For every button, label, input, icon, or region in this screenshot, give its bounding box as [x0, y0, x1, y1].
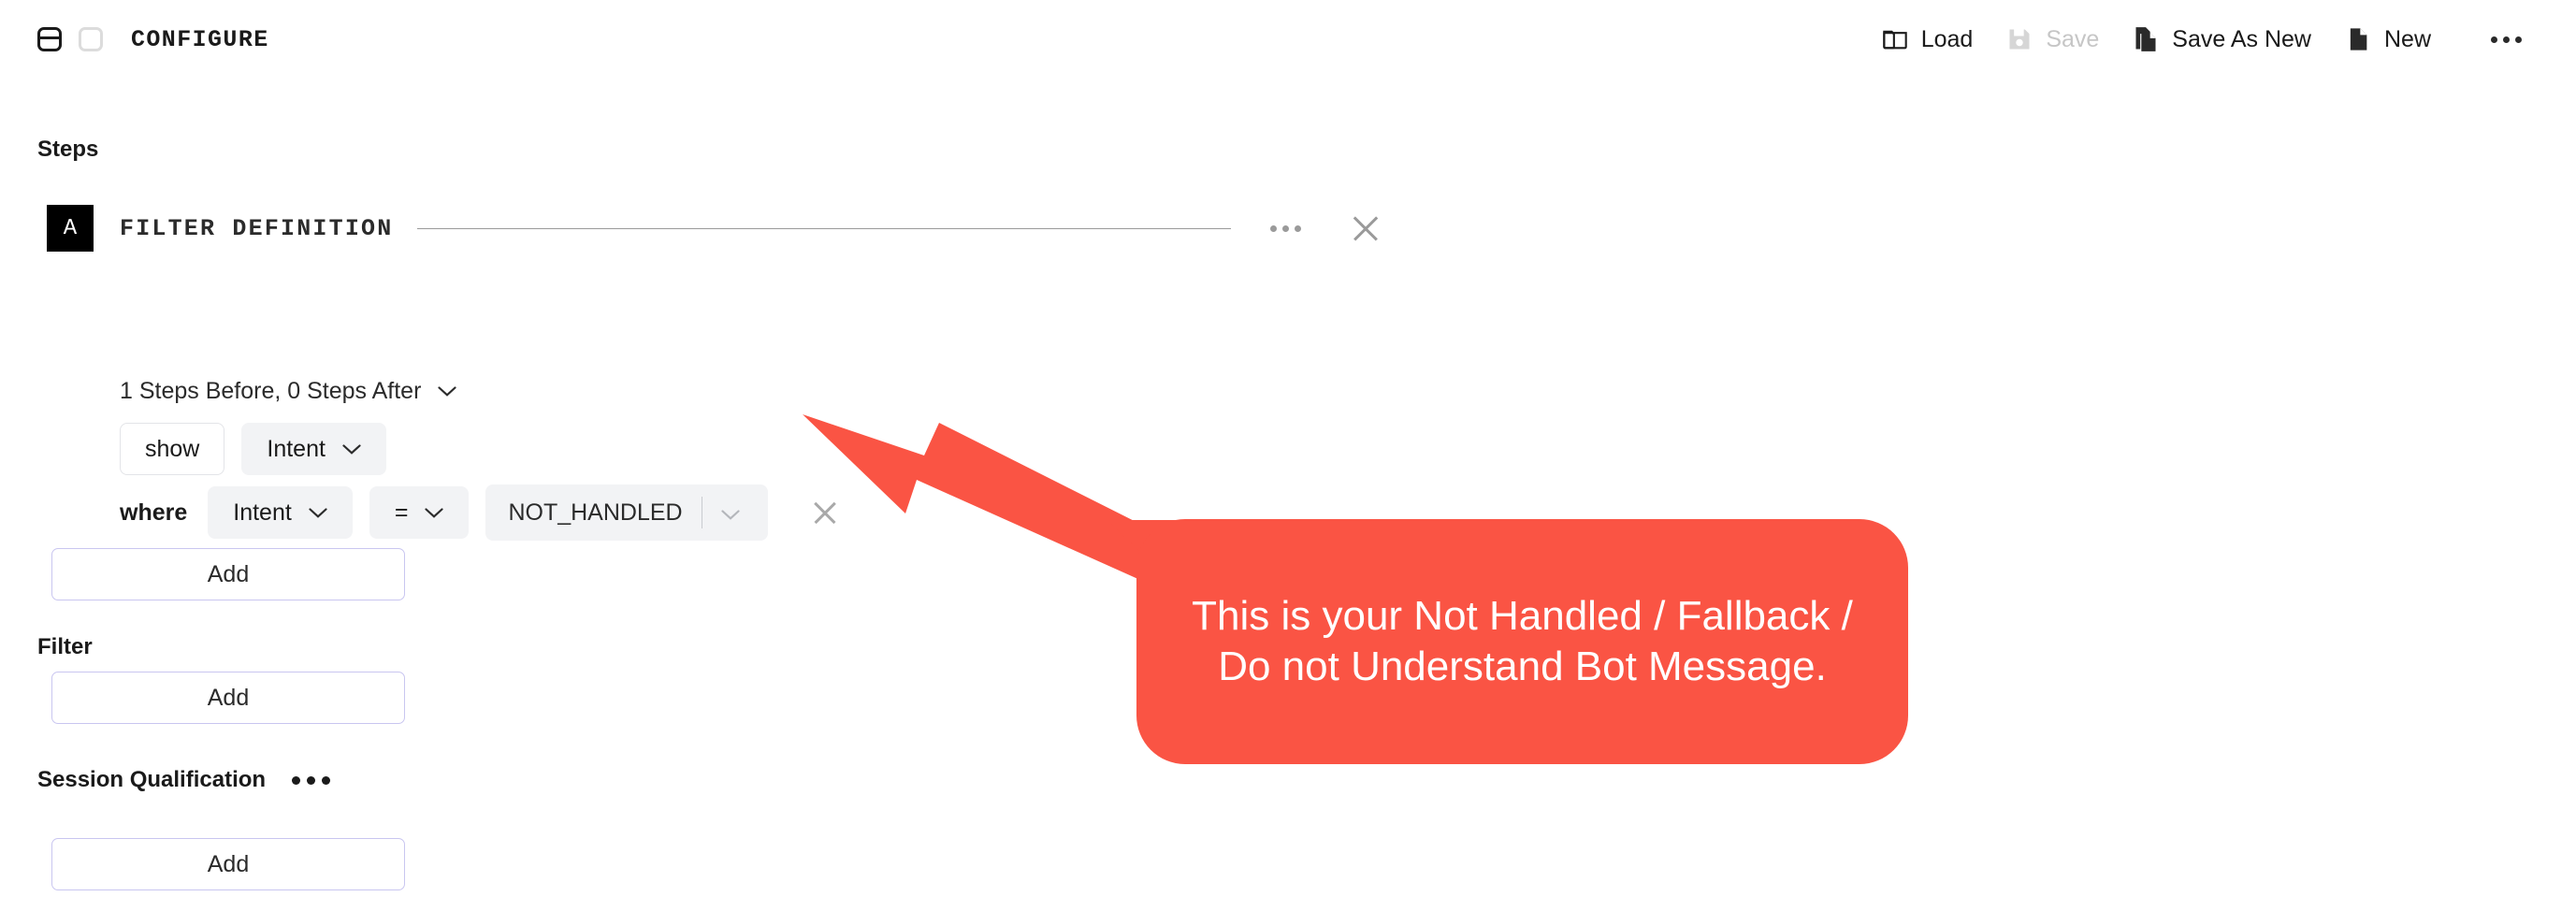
page-title: CONFIGURE	[131, 25, 269, 53]
new-button[interactable]: New	[2328, 16, 2448, 63]
filter-add-button[interactable]: Add	[51, 672, 405, 724]
steps-section-label: Steps	[37, 137, 99, 162]
step-overflow-menu-icon[interactable]	[1270, 224, 1302, 232]
copy-document-icon	[2135, 27, 2156, 51]
where-operator-label: =	[394, 499, 409, 526]
save-button[interactable]: Save	[1990, 16, 2116, 63]
save-as-new-button[interactable]: Save As New	[2116, 16, 2328, 63]
where-value-label: NOT_HANDLED	[508, 499, 683, 526]
load-label: Load	[1920, 25, 1974, 52]
chevron-down-icon	[438, 386, 457, 397]
annotation-overlay: This is your Not Handled / Fallback / Do…	[0, 0, 2576, 911]
new-label: New	[2383, 25, 2431, 52]
callout-tail	[1107, 520, 1216, 599]
chevron-down-icon	[425, 507, 444, 518]
chevron-down-icon	[342, 443, 361, 455]
step-card-filter-definition: A FILTER DEFINITION	[0, 205, 2576, 252]
where-value-select[interactable]: NOT_HANDLED	[485, 484, 768, 541]
document-icon	[2350, 28, 2367, 51]
step-title: FILTER DEFINITION	[120, 214, 394, 242]
arrow-up-left-icon	[803, 414, 1207, 600]
load-button[interactable]: Load	[1865, 16, 1990, 63]
where-clause-remove-icon[interactable]	[811, 499, 839, 527]
toolbar-left-group: CONFIGURE	[0, 26, 269, 53]
annotation-callout-text: This is your Not Handled / Fallback / Do…	[1192, 593, 1853, 689]
steps-add-button[interactable]: Add	[51, 548, 405, 600]
where-field-label: Intent	[233, 499, 292, 526]
session-qualification-overflow-menu-icon[interactable]	[292, 775, 331, 785]
show-label: show	[145, 435, 200, 462]
show-entity-dropdown[interactable]: Intent	[241, 423, 386, 475]
save-label: Save	[2046, 25, 2100, 52]
where-value-chevron-wrap	[720, 499, 760, 527]
folder-icon	[1882, 30, 1907, 50]
where-label: where	[120, 499, 188, 526]
toolbar-right-group: Load Save Save As New New	[1865, 16, 2576, 63]
top-toolbar: CONFIGURE Load Save Save As New New	[0, 0, 2576, 79]
session-qualification-label-text: Session Qualification	[37, 767, 267, 792]
steps-range-dropdown[interactable]: 1 Steps Before, 0 Steps After	[120, 378, 457, 405]
toolbar-overflow-menu-icon[interactable]	[2472, 27, 2540, 52]
show-button[interactable]: show	[120, 423, 225, 475]
session-qualification-add-button[interactable]: Add	[51, 838, 405, 890]
show-row: show Intent	[120, 423, 386, 475]
steps-range-label: 1 Steps Before, 0 Steps After	[120, 378, 422, 404]
step-header: A FILTER DEFINITION	[0, 205, 2576, 252]
filter-section-label: Filter	[37, 634, 93, 659]
step-badge: A	[47, 205, 94, 252]
chevron-down-icon	[309, 507, 327, 518]
annotation-arrow	[803, 414, 1216, 600]
where-clause-row: where Intent = NOT_HANDLED	[120, 484, 839, 541]
where-field-dropdown[interactable]: Intent	[208, 486, 353, 539]
step-close-icon[interactable]	[1350, 212, 1382, 244]
app-root: CONFIGURE Load Save Save As New New Step…	[0, 0, 2576, 911]
floppy-disk-icon	[2009, 29, 2030, 50]
session-qualification-section-label: Session Qualification	[0, 767, 331, 793]
empty-square-icon[interactable]	[79, 27, 103, 51]
show-entity-label: Intent	[267, 435, 326, 462]
where-operator-dropdown[interactable]: =	[369, 486, 470, 539]
step-header-divider	[417, 227, 1232, 229]
panel-layout-icon[interactable]	[37, 27, 62, 51]
chevron-down-icon	[720, 509, 740, 520]
annotation-callout: This is your Not Handled / Fallback / Do…	[1136, 519, 1908, 764]
save-as-new-label: Save As New	[2172, 25, 2311, 52]
